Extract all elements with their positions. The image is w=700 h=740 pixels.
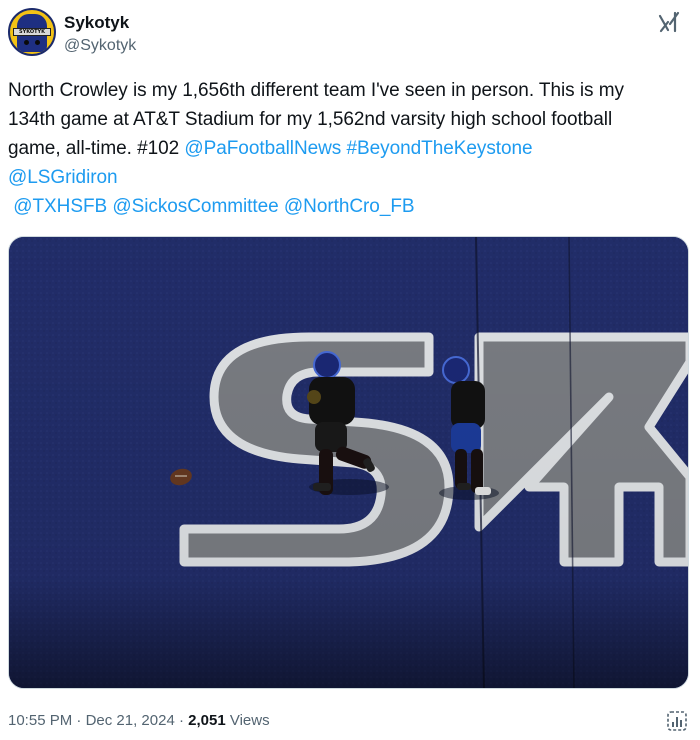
tweet-header: SYKOTYK Sykotyk @Sykotyk [8,8,692,62]
avatar-band-text: SYKOTYK [13,28,51,36]
views-count: 2,051 [188,712,226,729]
grok-icon[interactable] [656,10,682,36]
mention-lsgridiron[interactable]: @LSGridiron [8,167,118,188]
author-handle[interactable]: @Sykotyk [64,36,136,56]
views-label: Views [229,712,270,729]
avatar-eye-right [35,40,40,45]
tweet-date[interactable]: Dec 21, 2024 [86,712,175,729]
avatar-eye-left [24,40,29,45]
tweet-line-1: North Crowley is my 1,656th different te… [8,80,624,101]
meta-separator: · [76,712,82,729]
tweet-text: North Crowley is my 1,656th different te… [8,76,696,221]
author-display-name[interactable]: Sykotyk [64,12,136,34]
tweet-line-5: @TXHSFB @SickosCommittee @NorthCro_FB [8,192,696,221]
mention-txhsfb[interactable]: @TXHSFB [13,196,107,217]
hashtag-beyondthekeystone[interactable]: #BeyondTheKeystone [347,138,533,159]
tweet-line-2: 134th game at AT&T Stadium for my 1,562n… [8,109,613,130]
avatar[interactable]: SYKOTYK [8,8,56,56]
tweet-line-3-text: game, all-time. #102 [8,138,185,159]
mention-sickoscommittee[interactable]: @SickosCommittee [112,196,278,217]
tweet-line-3: game, all-time. #102 @PaFootballNews #Be… [8,134,696,163]
tweet-line-4: @LSGridiron [8,163,696,192]
mention-pafootballnews[interactable]: @PaFootballNews [184,138,341,159]
tweet-meta: 10:55 PM · Dec 21, 2024 · 2,051 Views [8,711,270,731]
meta-separator: · [178,712,184,729]
mention-northcro-fb[interactable]: @NorthCro_FB [284,196,415,217]
field-photo-image [9,237,688,688]
tweet-photo[interactable] [8,236,689,689]
author-info: Sykotyk @Sykotyk [64,12,136,56]
analytics-icon[interactable] [666,710,688,732]
tweet-time[interactable]: 10:55 PM [8,712,72,729]
